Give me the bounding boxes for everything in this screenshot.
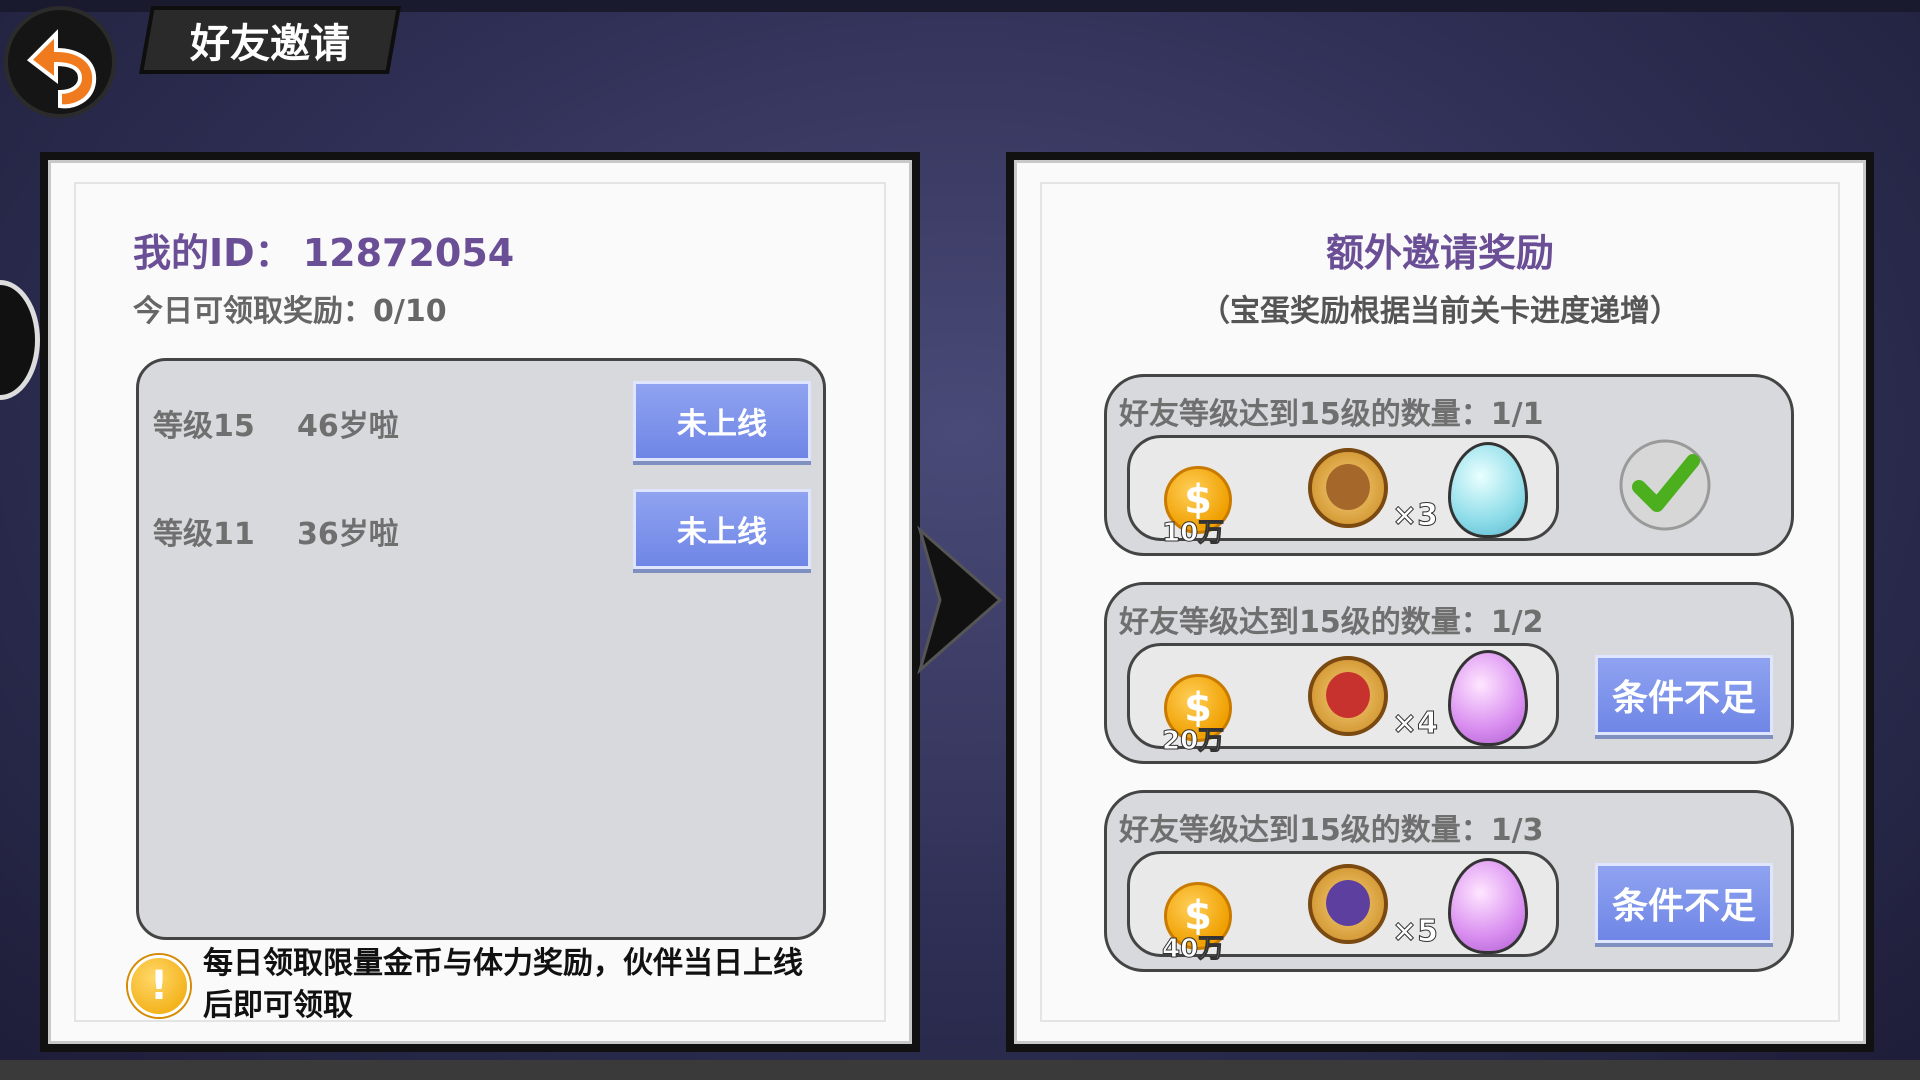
friend-panel: 我的ID： 12872054 今日可领取奖励：0/10 等级15 46岁啦 未上线… [40,152,920,1052]
page-title: 好友邀请 [139,6,401,74]
hero-card-icon [1308,864,1388,944]
reward-condition: 好友等级达到15级的数量：1/1 [1119,397,1544,432]
condition-insufficient-button[interactable]: 条件不足 [1595,655,1773,735]
coin-amount: 40万 [1161,934,1225,965]
friend-name: 46岁啦 [297,409,399,444]
friend-row: 等级15 46岁啦 未上线 [139,381,823,461]
side-badge[interactable] [0,280,40,400]
condition-insufficient-button[interactable]: 条件不足 [1595,863,1773,943]
reward-subtitle: （宝蛋奖励根据当前关卡进度递增） [1200,294,1680,329]
my-id-value: 12872054 [302,231,515,275]
hero-quantity: ×4 [1391,706,1439,742]
friend-list[interactable]: 等级15 46岁啦 未上线 等级11 36岁啦 未上线 [136,358,826,940]
coin-amount: 20万 [1161,726,1225,757]
reward-card: 好友等级达到15级的数量：1/1 $ 10万 ×3 [1104,374,1794,556]
checkmark-icon [1619,439,1711,531]
friend-status-button[interactable]: 未上线 [633,381,811,461]
hero-quantity: ×3 [1391,498,1439,534]
warning-icon: ! [128,955,190,1017]
reward-card: 好友等级达到15级的数量：1/2 $ 20万 ×4 条件不足 [1104,582,1794,764]
friend-name: 36岁啦 [297,517,399,552]
friend-row: 等级11 36岁啦 未上线 [139,489,823,569]
bottom-strip [0,1060,1920,1080]
purple-egg-icon [1448,858,1528,954]
back-arrow-icon [26,29,97,109]
hero-card-icon [1308,448,1388,528]
chevron-right-icon [917,525,1003,675]
daily-reward-count: 今日可领取奖励：0/10 [133,294,447,329]
coin-amount: 10万 [1161,518,1225,549]
back-button[interactable] [4,6,116,118]
my-id: 我的ID： 12872054 [133,222,514,277]
reward-items: $ 40万 ×5 [1127,851,1559,965]
reward-condition: 好友等级达到15级的数量：1/2 [1119,605,1544,640]
extra-reward-panel: 额外邀请奖励 （宝蛋奖励根据当前关卡进度递增） 好友等级达到15级的数量：1/1… [1006,152,1874,1052]
page-title-text: 好友邀请 [190,21,350,67]
reward-items: $ 20万 ×4 [1127,643,1559,757]
reward-card: 好友等级达到15级的数量：1/3 $ 40万 ×5 条件不足 [1104,790,1794,972]
my-id-label: 我的ID： [133,231,293,275]
hero-quantity: ×5 [1391,914,1439,950]
hero-card-icon [1308,656,1388,736]
reward-items: $ 10万 ×3 [1127,435,1559,549]
friend-status-button[interactable]: 未上线 [633,489,811,569]
tip-text: 每日领取限量金币与体力奖励，伙伴当日上线后即可领取 [203,946,803,1023]
hero-portrait [1326,464,1370,510]
reward-condition: 好友等级达到15级的数量：1/3 [1119,813,1544,848]
hero-portrait [1326,880,1370,926]
hero-portrait [1326,672,1370,718]
blue-egg-icon [1448,442,1528,538]
purple-egg-icon [1448,650,1528,746]
friend-level: 等级15 [153,409,255,444]
reward-title: 额外邀请奖励 [1325,231,1554,275]
friend-level: 等级11 [153,517,255,552]
